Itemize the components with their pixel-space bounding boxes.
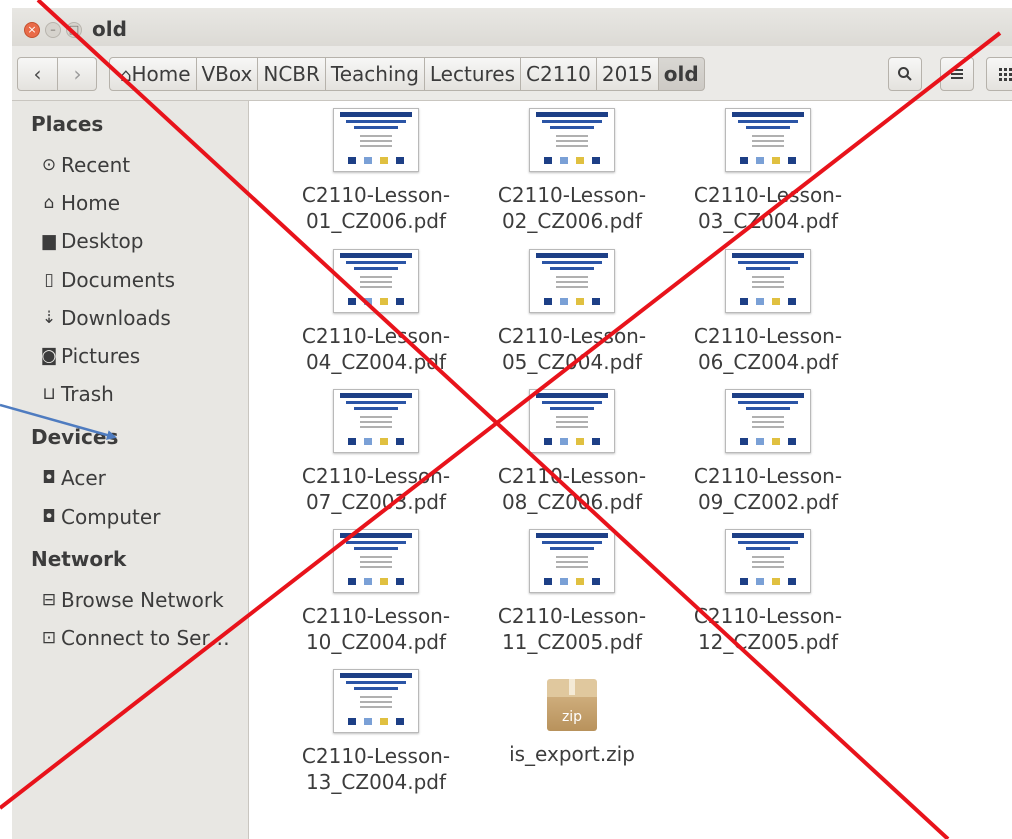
pdf-thumbnail [725,108,811,172]
breadcrumb-home[interactable]: ⌂Home [109,57,197,91]
pdf-thumbnail [333,389,419,453]
sidebar-item-documents[interactable]: ▯ Documents [40,268,175,292]
sidebar-item-desktop[interactable]: ▆ Desktop [40,229,143,253]
sidebar: Places ⊙ Recent ⌂ Home ▆ Desktop ▯ Documents… [12,101,249,839]
sidebar-item-connect-to-server[interactable]: ⊡ Connect to Ser… [40,626,230,650]
back-button[interactable]: ‹ [18,58,58,90]
grid-view-button[interactable] [986,57,1012,91]
file-name: C2110-Lesson- 08_CZ006.pdf [497,464,647,514]
file-item[interactable]: C2110-Lesson- 09_CZ002.pdf [673,389,863,515]
file-name: C2110-Lesson- 05_CZ004.pdf [497,324,647,374]
breadcrumb-teaching[interactable]: Teaching [324,57,425,91]
pdf-thumbnail [529,108,615,172]
menu-icon [951,69,963,79]
file-item[interactable]: C2110-Lesson- 07_CZ003.pdf [281,389,471,515]
close-window-button[interactable]: × [24,22,40,38]
folder-icon: ▆ [42,231,56,251]
breadcrumb-lectures[interactable]: Lectures [423,57,522,91]
zip-archive-icon: zip [547,675,597,731]
minimize-window-button[interactable]: – [45,22,61,38]
file-name: C2110-Lesson- 12_CZ005.pdf [693,604,843,654]
grid-view-icon [999,68,1012,81]
home-icon: ⌂ [43,193,55,213]
sidebar-item-pictures[interactable]: ◙ Pictures [40,344,140,368]
pdf-thumbnail [333,108,419,172]
breadcrumb-2015[interactable]: 2015 [595,57,659,91]
home-icon: ⌂ [120,65,132,86]
pdf-thumbnail [529,529,615,593]
drive-icon: ◘ [42,468,56,488]
sidebar-item-recent[interactable]: ⊙ Recent [40,153,130,177]
title-bar: × – □ old [12,8,1012,46]
sidebar-item-acer[interactable]: ◘ Acer [40,466,106,490]
toolbar: ‹ › ⌂Home VBox NCBR Teaching Lectures C2… [12,46,1012,101]
pdf-thumbnail [725,389,811,453]
pdf-thumbnail [725,529,811,593]
file-name: C2110-Lesson- 13_CZ004.pdf [301,744,451,794]
file-item[interactable]: C2110-Lesson- 05_CZ004.pdf [477,249,667,375]
file-name: C2110-Lesson- 06_CZ004.pdf [693,324,843,374]
trash-icon: ⊔ [42,384,56,404]
breadcrumb-c2110[interactable]: C2110 [520,57,597,91]
file-name: is_export.zip [509,742,635,766]
file-name: C2110-Lesson- 01_CZ006.pdf [301,183,451,233]
sidebar-item-browse-network[interactable]: ⊟ Browse Network [40,588,224,612]
sidebar-item-downloads[interactable]: ⇣ Downloads [40,306,171,330]
pdf-thumbnail [333,669,419,733]
file-item[interactable]: C2110-Lesson- 12_CZ005.pdf [673,529,863,655]
file-name: C2110-Lesson- 10_CZ004.pdf [301,604,451,654]
file-item[interactable]: C2110-Lesson- 13_CZ004.pdf [281,669,471,795]
sidebar-item-trash[interactable]: ⊔ Trash [40,382,114,406]
drive-icon: ◘ [42,507,56,527]
breadcrumb: ⌂Home VBox NCBR Teaching Lectures C2110 … [109,57,705,91]
file-manager-window: × – □ old ‹ › ⌂Home VBox NCBR Teaching L… [12,8,1012,839]
file-item[interactable]: C2110-Lesson- 01_CZ006.pdf [281,108,471,234]
file-item[interactable]: C2110-Lesson- 04_CZ004.pdf [281,249,471,375]
file-name: C2110-Lesson- 11_CZ005.pdf [497,604,647,654]
breadcrumb-vbox[interactable]: VBox [195,57,259,91]
file-item[interactable]: C2110-Lesson- 02_CZ006.pdf [477,108,667,234]
window-title: old [92,17,127,41]
file-item[interactable]: C2110-Lesson- 11_CZ005.pdf [477,529,667,655]
maximize-window-button[interactable]: □ [66,22,82,38]
camera-icon: ◙ [40,346,58,366]
menu-button[interactable] [940,57,974,91]
sidebar-item-home[interactable]: ⌂ Home [40,191,120,215]
pdf-thumbnail [529,389,615,453]
file-grid: C2110-Lesson- 01_CZ006.pdf C2110-Lesson- 0… [249,101,1012,839]
pdf-thumbnail [725,249,811,313]
search-icon [898,67,912,81]
file-name: C2110-Lesson- 09_CZ002.pdf [693,464,843,514]
file-name: C2110-Lesson- 02_CZ006.pdf [497,183,647,233]
file-name: C2110-Lesson- 07_CZ003.pdf [301,464,451,514]
file-item[interactable]: C2110-Lesson- 08_CZ006.pdf [477,389,667,515]
file-item-zip[interactable]: zip is_export.zip [477,675,667,767]
history-buttons: ‹ › [17,57,97,91]
breadcrumb-old[interactable]: old [657,57,705,91]
download-icon: ⇣ [41,308,57,328]
file-name: C2110-Lesson- 03_CZ004.pdf [693,183,843,233]
server-icon: ⊡ [41,628,57,648]
pdf-thumbnail [333,249,419,313]
file-item[interactable]: C2110-Lesson- 03_CZ004.pdf [673,108,863,234]
forward-button[interactable]: › [58,58,97,90]
file-name: C2110-Lesson- 04_CZ004.pdf [301,324,451,374]
clock-icon: ⊙ [41,155,57,175]
search-button[interactable] [888,57,922,91]
pdf-thumbnail [333,529,419,593]
sidebar-section-network: Network [31,547,127,571]
breadcrumb-ncbr[interactable]: NCBR [257,57,326,91]
document-icon: ▯ [44,270,54,290]
sidebar-section-places: Places [31,112,104,136]
sidebar-section-devices: Devices [31,425,119,449]
file-item[interactable]: C2110-Lesson- 10_CZ004.pdf [281,529,471,655]
file-item[interactable]: C2110-Lesson- 06_CZ004.pdf [673,249,863,375]
network-icon: ⊟ [41,590,57,610]
sidebar-item-computer[interactable]: ◘ Computer [40,505,160,529]
pdf-thumbnail [529,249,615,313]
